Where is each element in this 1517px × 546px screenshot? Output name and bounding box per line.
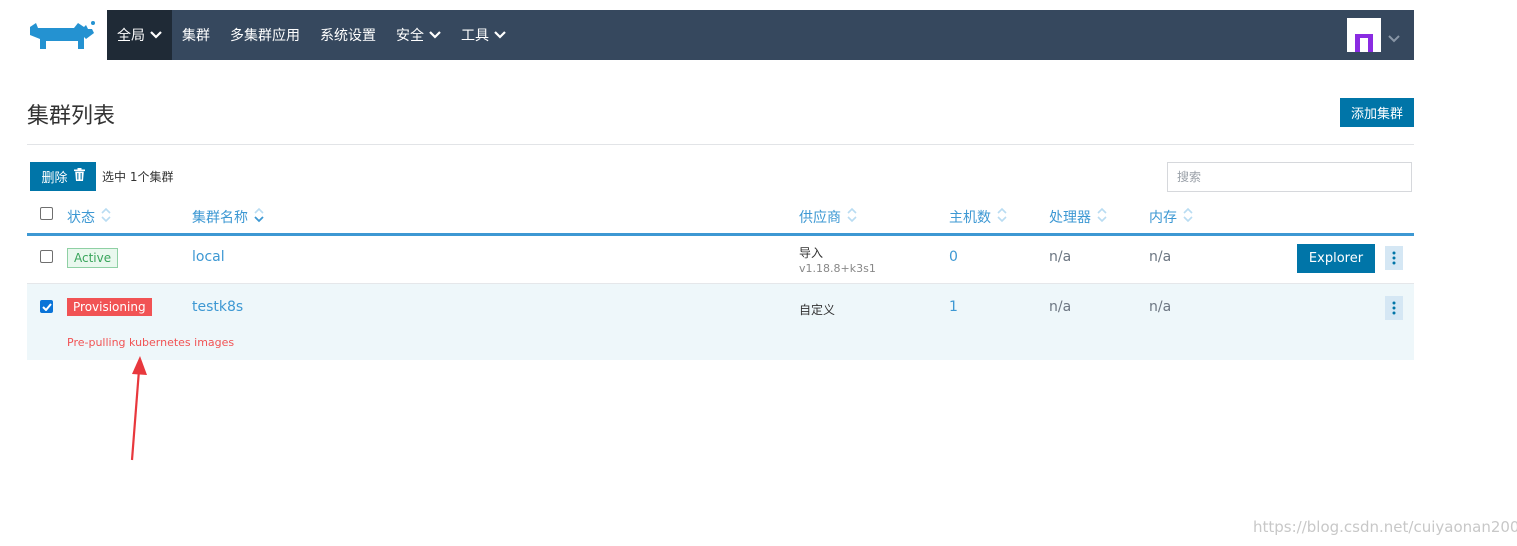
more-actions-icon[interactable]	[1385, 296, 1403, 320]
column-header-state[interactable]: 状态	[67, 207, 111, 227]
more-actions-icon[interactable]	[1385, 246, 1403, 270]
user-menu-chevron-icon[interactable]	[1388, 28, 1400, 47]
top-navigation: 全局 集群 多集群应用 系统设置 安全 工具	[107, 10, 1414, 60]
nav-tools[interactable]: 工具	[451, 10, 516, 60]
node-count[interactable]: 0	[949, 249, 958, 265]
cluster-name-link[interactable]: local	[192, 249, 225, 265]
nav-security-label: 安全	[396, 28, 424, 44]
watermark-text: https://blog.csdn.net/cuiyaonan2000	[1253, 518, 1517, 536]
cpu-value: n/a	[1049, 299, 1072, 315]
chevron-down-icon	[429, 31, 441, 39]
selected-count: 选中 1个集群	[102, 170, 174, 184]
search-input[interactable]	[1167, 162, 1412, 192]
column-header-name[interactable]: 集群名称	[192, 207, 264, 227]
user-avatar-icon[interactable]	[1347, 18, 1381, 52]
nav-settings[interactable]: 系统设置	[310, 10, 386, 60]
node-count[interactable]: 1	[949, 299, 958, 315]
nav-multi-cluster-apps-label: 多集群应用	[230, 28, 300, 44]
status-badge: Active	[67, 248, 119, 268]
column-header-name-label: 集群名称	[192, 210, 248, 226]
sort-icon	[847, 207, 857, 227]
memory-value: n/a	[1149, 249, 1172, 265]
chevron-down-icon	[150, 31, 162, 39]
nav-clusters[interactable]: 集群	[172, 10, 220, 60]
header-divider	[27, 144, 1414, 145]
column-header-memory[interactable]: 内存	[1149, 207, 1193, 227]
nav-global[interactable]: 全局	[107, 10, 172, 60]
provider-name: 导入	[799, 246, 824, 260]
cluster-name-link[interactable]: testk8s	[192, 299, 243, 315]
row-checkbox[interactable]	[40, 250, 53, 263]
sort-icon	[101, 207, 111, 227]
column-header-cpu[interactable]: 处理器	[1049, 207, 1107, 227]
annotation-arrow-icon	[118, 352, 158, 468]
column-header-provider[interactable]: 供应商	[799, 207, 857, 227]
column-header-nodes[interactable]: 主机数	[949, 207, 1007, 227]
chevron-down-icon	[494, 31, 506, 39]
table-header: 状态 集群名称 供应商 主机数 处理器 内存	[27, 200, 1414, 233]
nav-security[interactable]: 安全	[386, 10, 451, 60]
provisioning-message: Pre-pulling kubernetes images	[67, 336, 235, 349]
trash-icon	[73, 168, 85, 185]
delete-button[interactable]: 删除	[30, 162, 96, 191]
provider-name: 自定义	[799, 303, 836, 317]
column-header-nodes-label: 主机数	[949, 210, 991, 226]
sort-desc-icon	[254, 207, 264, 227]
column-header-provider-label: 供应商	[799, 210, 841, 226]
select-all-checkbox[interactable]	[40, 207, 53, 220]
status-badge: Provisioning	[67, 298, 152, 316]
nav-global-label: 全局	[117, 28, 145, 44]
column-header-cpu-label: 处理器	[1049, 210, 1091, 226]
table-row: Active local 导入 v1.18.8+k3s1 0 n/a n/a E…	[27, 236, 1414, 284]
table-row: Provisioning testk8s 自定义 1 n/a n/a Pre-p…	[27, 284, 1414, 360]
page-title: 集群列表	[27, 104, 116, 129]
nav-tools-label: 工具	[461, 28, 489, 44]
add-cluster-button[interactable]: 添加集群	[1340, 98, 1414, 127]
column-header-state-label: 状态	[67, 210, 95, 226]
nav-clusters-label: 集群	[182, 28, 210, 44]
nav-multi-cluster-apps[interactable]: 多集群应用	[220, 10, 310, 60]
sort-icon	[1097, 207, 1107, 227]
memory-value: n/a	[1149, 299, 1172, 315]
provider-version: v1.18.8+k3s1	[799, 262, 876, 275]
rancher-logo-icon[interactable]	[26, 17, 98, 57]
sort-icon	[997, 207, 1007, 227]
column-header-memory-label: 内存	[1149, 210, 1177, 226]
row-checkbox[interactable]	[40, 300, 53, 313]
nav-settings-label: 系统设置	[320, 28, 376, 44]
delete-button-label: 删除	[41, 171, 68, 186]
sort-icon	[1183, 207, 1193, 227]
cpu-value: n/a	[1049, 249, 1072, 265]
explorer-button[interactable]: Explorer	[1297, 244, 1375, 273]
